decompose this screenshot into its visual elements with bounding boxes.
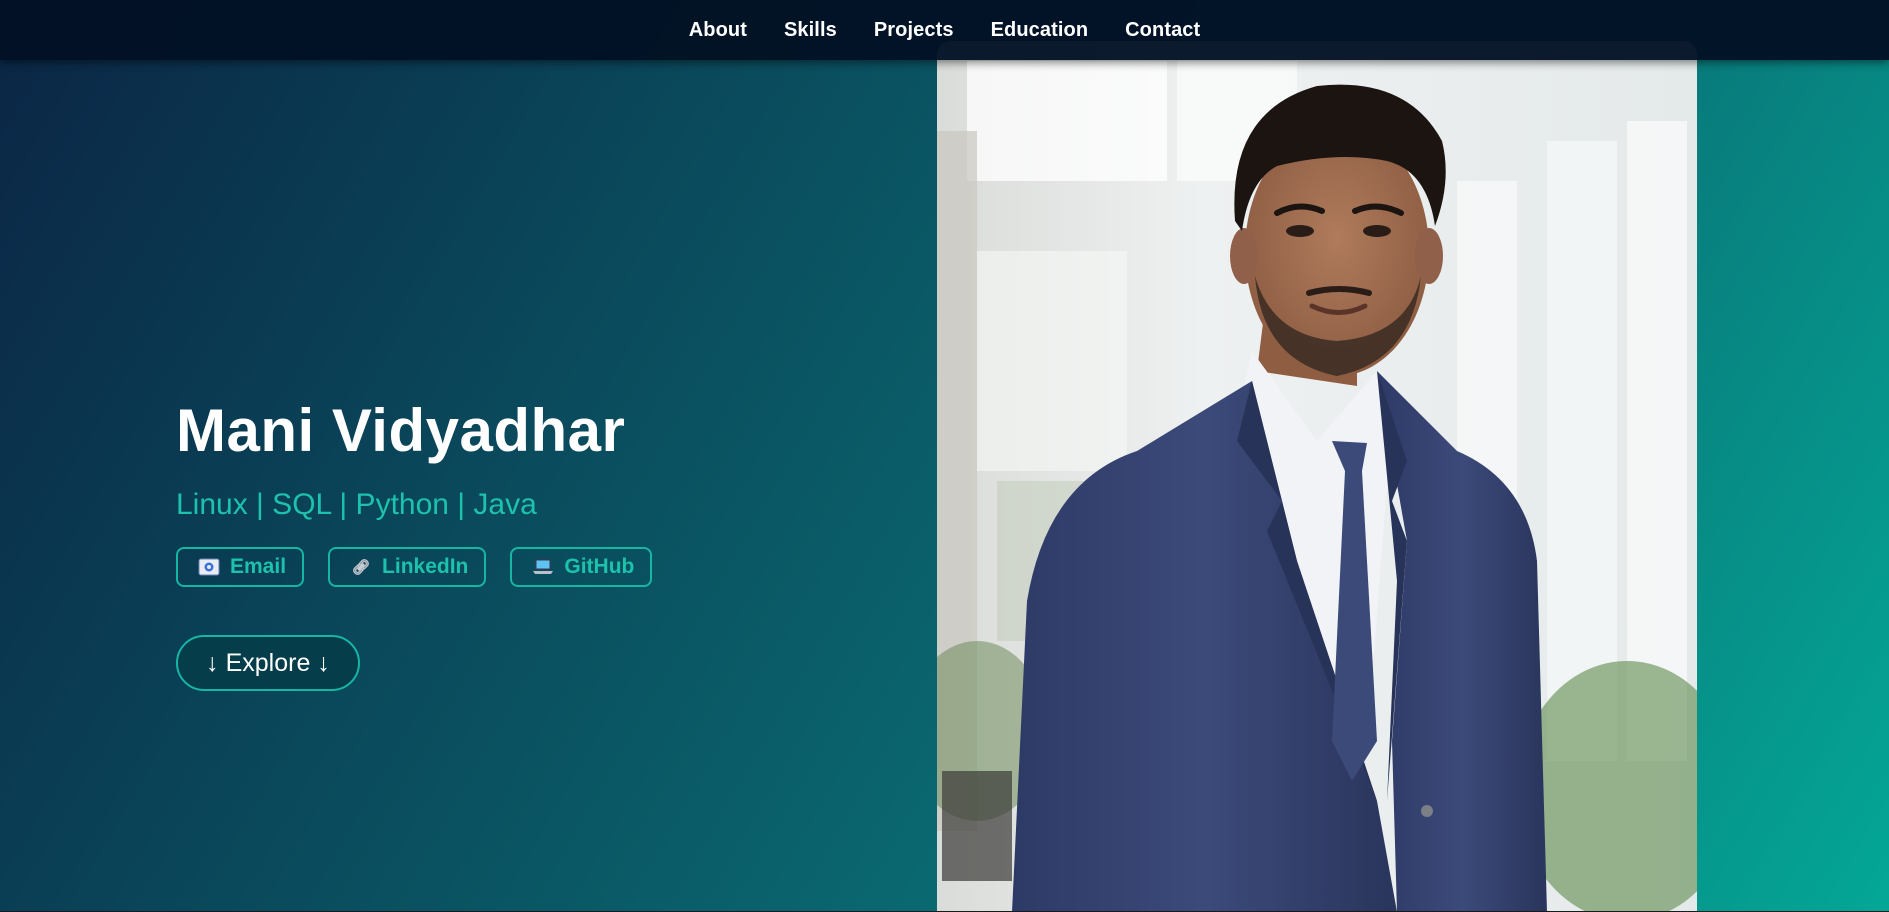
profile-photo [937, 41, 1697, 911]
email-button[interactable]: Email [176, 547, 305, 587]
nav-link-about[interactable]: About [689, 19, 747, 42]
explore-button[interactable]: ↓ Explore ↓ [176, 635, 360, 691]
hero-name: Mani Vidyadhar [176, 397, 626, 464]
email-icon [198, 556, 220, 578]
github-label: GitHub [564, 555, 635, 578]
hero-tagline: Linux | SQL | Python | Java [176, 488, 537, 521]
social-links: Email LinkedIn GitHub [176, 547, 876, 587]
hero-section: Mani Vidyadhar Linux | SQL | Python | Ja… [176, 395, 876, 691]
linkedin-button[interactable]: LinkedIn [328, 547, 487, 587]
page-viewport: About Skills Projects Education Contact … [0, 0, 1889, 911]
nav-links: About Skills Projects Education Contact [689, 19, 1201, 42]
link-icon [350, 556, 372, 578]
linkedin-label: LinkedIn [382, 555, 469, 578]
laptop-icon [532, 556, 554, 578]
nav-link-skills[interactable]: Skills [784, 19, 837, 42]
profile-photo-illustration [937, 41, 1697, 911]
nav-link-contact[interactable]: Contact [1125, 19, 1200, 42]
github-button[interactable]: GitHub [510, 547, 653, 587]
email-label: Email [230, 555, 287, 578]
top-navbar: About Skills Projects Education Contact [0, 0, 1889, 60]
nav-link-education[interactable]: Education [991, 19, 1089, 42]
nav-link-projects[interactable]: Projects [874, 19, 954, 42]
